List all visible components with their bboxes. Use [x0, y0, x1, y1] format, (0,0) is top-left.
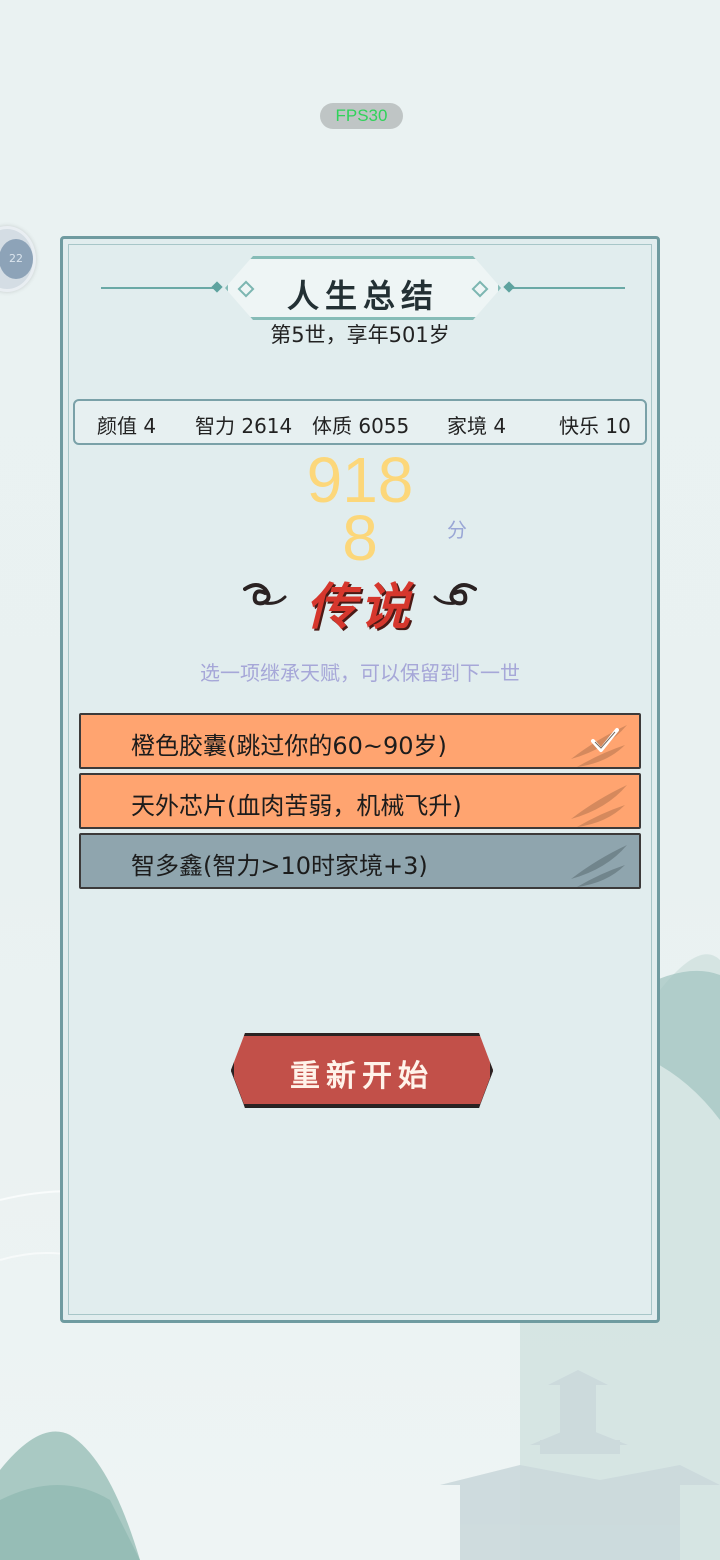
attribute-stats-bar: 颜值 4 智力 2614 体质 6055 家境 4 快乐 10 — [73, 399, 647, 445]
floating-ball-label: 22 — [0, 239, 33, 279]
bamboo-leaf-icon — [571, 845, 627, 887]
talent-option-label: 天外芯片(血肉苦弱，机械飞升) — [131, 792, 462, 820]
title-banner: 人生总结 — [101, 256, 625, 320]
life-subtitle: 第5世，享年501岁 — [270, 323, 450, 347]
checkmark-icon — [591, 728, 619, 752]
diamond-ornament-icon — [503, 281, 515, 293]
inherit-hint: 选一项继承天赋，可以保留到下一世 — [200, 661, 520, 685]
bamboo-leaf-icon — [571, 785, 627, 827]
stat-appearance: 颜值 4 — [97, 414, 157, 438]
life-summary-panel: 人生总结 第5世，享年501岁 颜值 4 智力 2614 体质 6055 家境 … — [60, 236, 660, 1323]
diamond-ornament-icon — [211, 281, 223, 293]
stat-family: 家境 4 — [447, 414, 507, 438]
talent-option[interactable]: 智多鑫(智力>10时家境+3) — [79, 833, 641, 889]
restart-button[interactable]: 重新开始 — [231, 1033, 493, 1107]
title-plaque: 人生总结 — [225, 256, 501, 320]
page-title: 人生总结 — [286, 277, 439, 315]
total-score: 9188 — [306, 444, 414, 574]
restart-button-label: 重新开始 — [290, 1059, 434, 1094]
grade-badge: 传说 — [235, 557, 485, 647]
talent-option[interactable]: 橙色胶囊(跳过你的60~90岁) — [79, 713, 641, 769]
talent-option-label: 橙色胶囊(跳过你的60~90岁) — [131, 732, 447, 760]
fps-counter: FPS30 — [320, 103, 403, 129]
stat-constitution: 体质 6055 — [312, 414, 410, 438]
talent-option-label: 智多鑫(智力>10时家境+3) — [131, 852, 428, 880]
stat-happiness: 快乐 10 — [559, 414, 631, 438]
score-unit: 分 — [447, 518, 467, 542]
talent-option[interactable]: 天外芯片(血肉苦弱，机械飞升) — [79, 773, 641, 829]
stat-intelligence: 智力 2614 — [195, 414, 293, 438]
cloud-swirl-icon — [433, 583, 477, 606]
